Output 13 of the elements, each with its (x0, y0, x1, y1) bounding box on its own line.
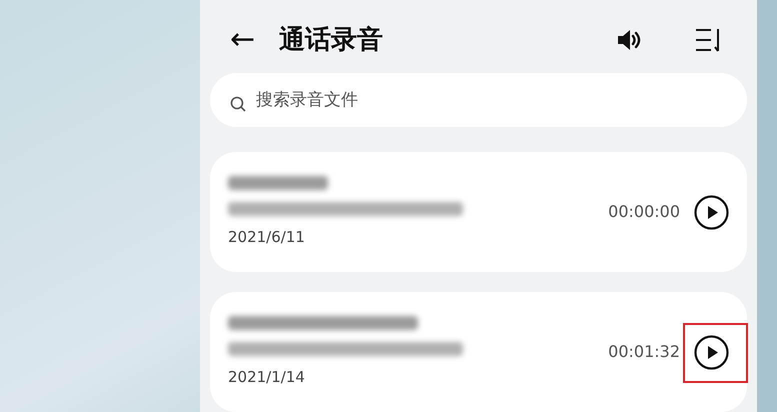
recording-duration: 00:01:32 (608, 341, 680, 363)
play-icon[interactable] (694, 194, 729, 230)
recording-duration: 00:00:00 (608, 201, 680, 223)
recording-card[interactable]: 2021/1/14 00:01:32 (210, 292, 747, 412)
speaker-icon[interactable] (617, 29, 643, 52)
play-icon[interactable] (694, 334, 729, 370)
search-field[interactable]: 搜索录音文件 (210, 72, 747, 127)
page-title: 通话录音 (279, 24, 384, 57)
recording-date: 2021/6/11 (228, 226, 306, 248)
recording-date: 2021/1/14 (228, 366, 306, 388)
search-icon (230, 96, 246, 112)
recording-card[interactable]: 2021/6/11 00:00:00 (210, 152, 747, 272)
back-button[interactable]: ← (230, 25, 256, 56)
